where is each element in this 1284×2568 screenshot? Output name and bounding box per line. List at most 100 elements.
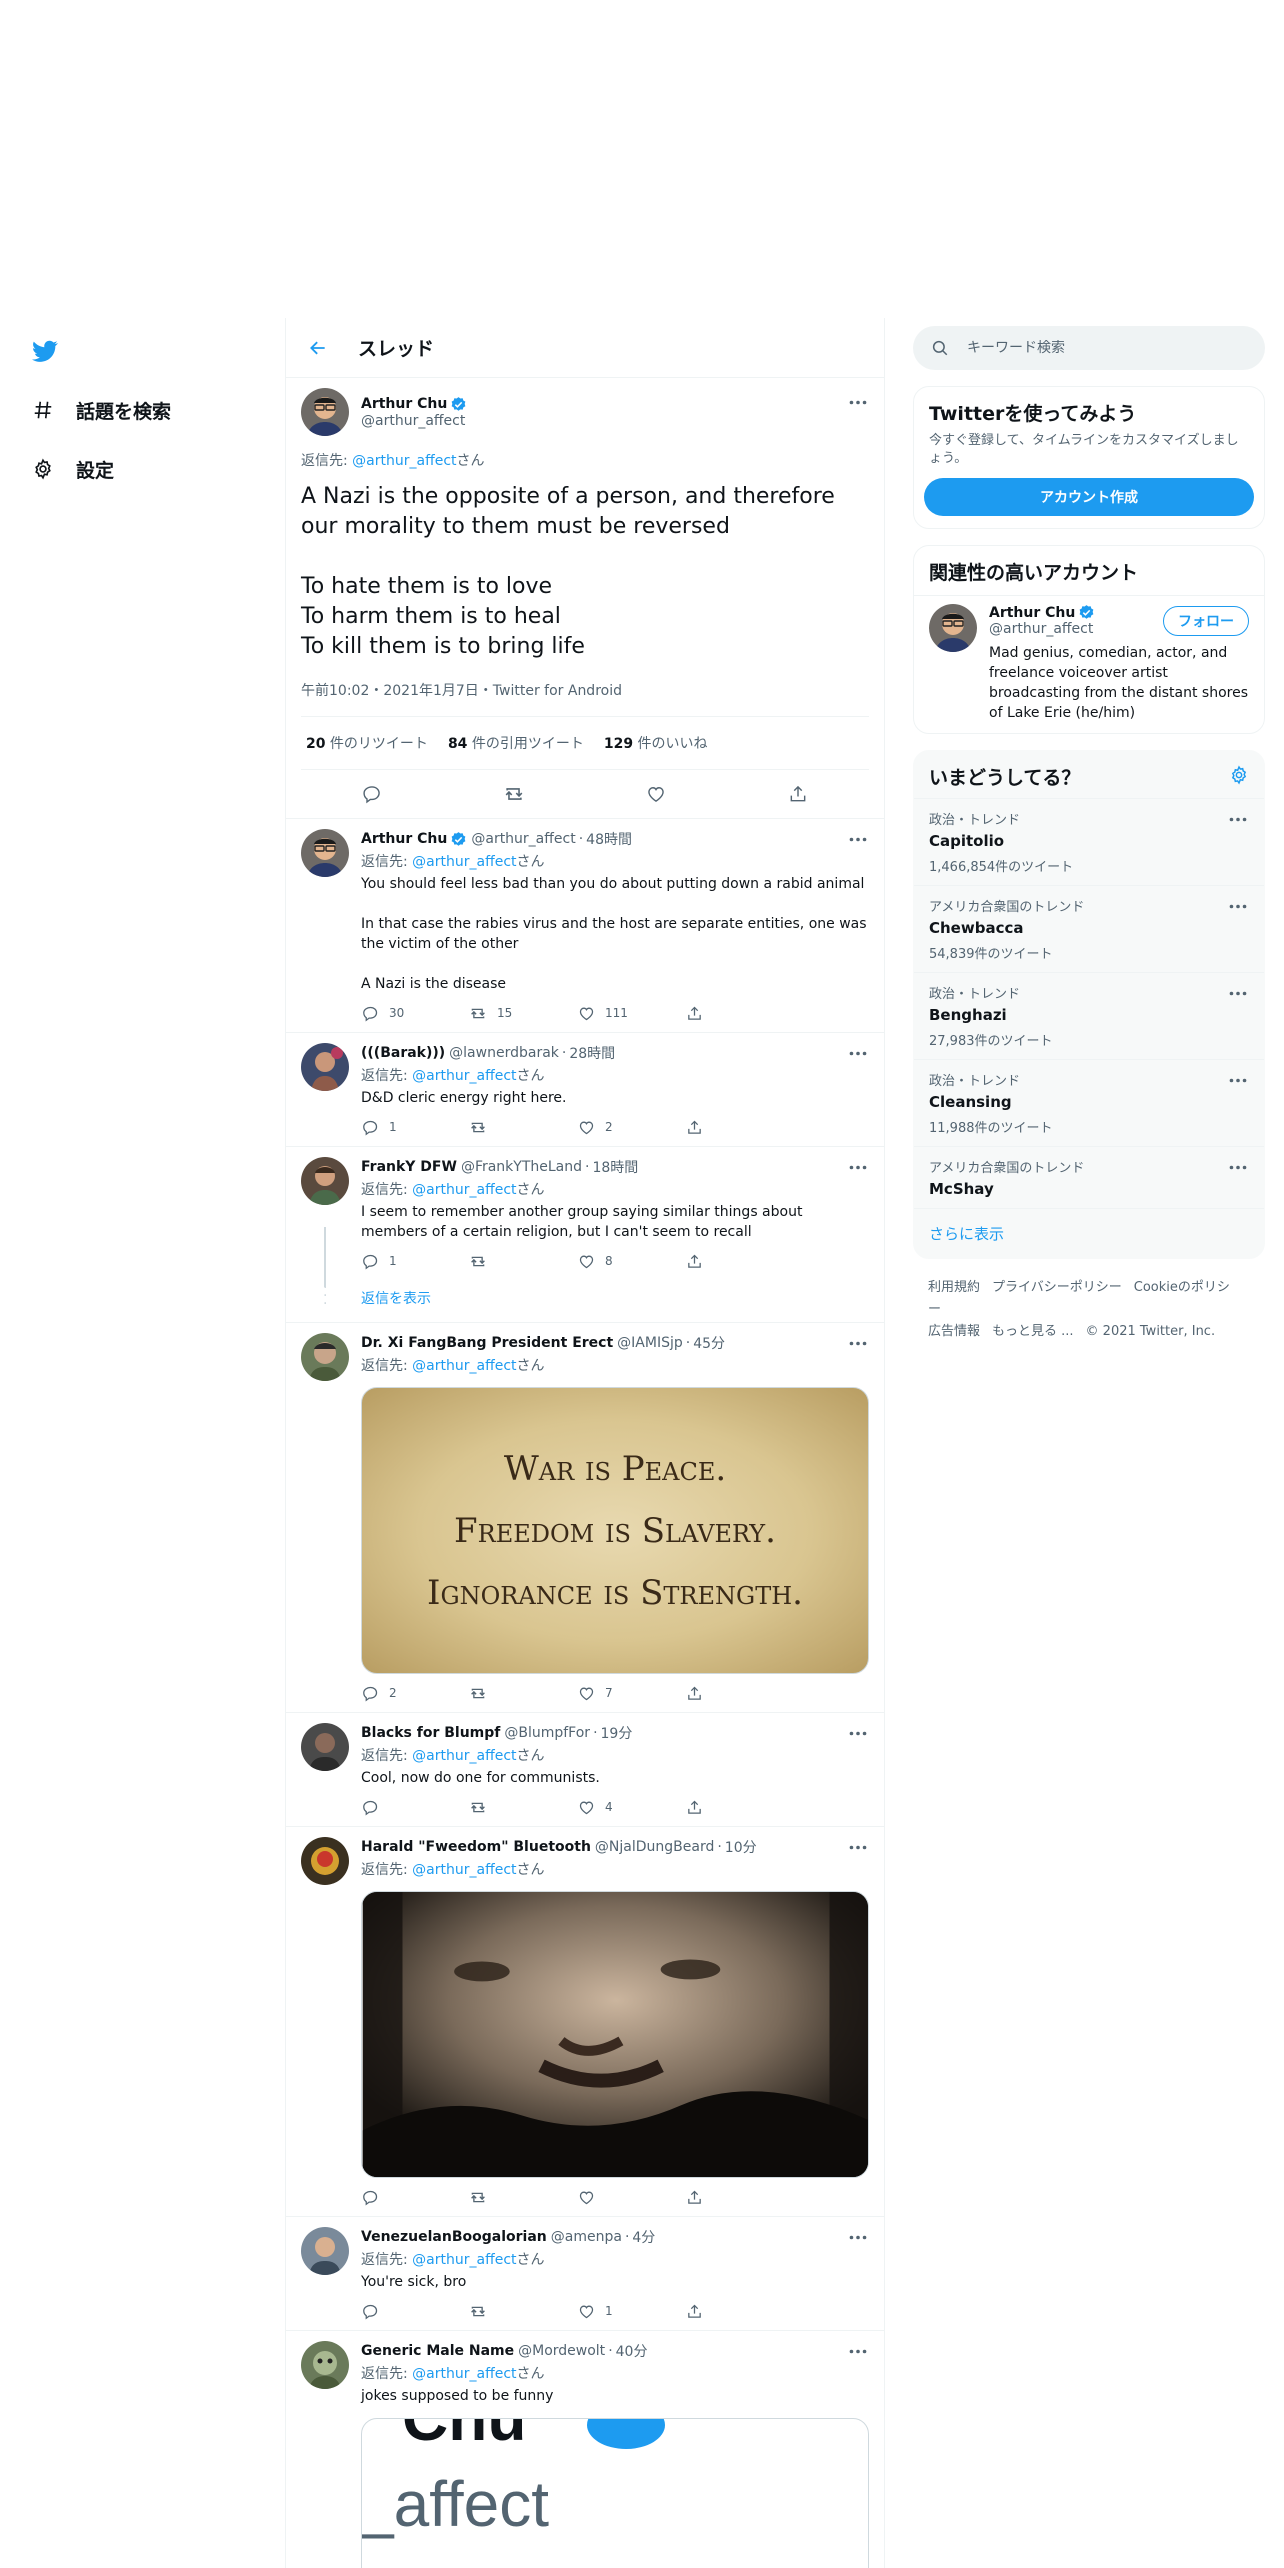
tweet-image[interactable]: War is Peace. Freedom is Slavery. Ignora… <box>361 1387 869 1674</box>
author-handle[interactable]: @arthur_affect <box>361 413 467 429</box>
retweet-icon[interactable] <box>503 783 525 805</box>
tweet-image[interactable] <box>361 1891 869 2178</box>
more-icon[interactable] <box>1227 985 1249 1001</box>
like-action[interactable] <box>577 2188 685 2206</box>
reply-to-handle[interactable]: @arthur_affect <box>412 854 516 870</box>
search-input[interactable] <box>967 340 1227 356</box>
back-arrow-icon[interactable] <box>306 336 330 360</box>
more-icon[interactable] <box>1227 1072 1249 1088</box>
more-icon[interactable] <box>1227 1159 1249 1175</box>
tweet-timestamp[interactable]: 午前10:02・2021年1月7日・Twitter for Android <box>301 680 869 717</box>
tweet-time[interactable]: 4分 <box>632 2227 655 2247</box>
reply-action[interactable]: 1 <box>361 1118 469 1136</box>
more-icon[interactable] <box>847 1045 869 1061</box>
footer-terms-link[interactable]: 利用規約 <box>928 1280 980 1295</box>
like-action[interactable]: 7 <box>577 1684 685 1702</box>
like-count[interactable]: 129 件のいいね <box>604 733 708 753</box>
footer-privacy-link[interactable]: プライバシーポリシー <box>992 1280 1122 1295</box>
trend-item[interactable]: 政治・トレンド Cleansing 11,988件のツイート <box>914 1060 1264 1147</box>
like-action[interactable]: 4 <box>577 1798 685 1816</box>
trend-item[interactable]: アメリカ合衆国のトレンド Chewbacca 54,839件のツイート <box>914 886 1264 973</box>
avatar[interactable] <box>301 2227 349 2275</box>
like-action[interactable]: 1 <box>577 2302 685 2320</box>
tweet-time[interactable]: 18時間 <box>592 1157 638 1177</box>
nav-explore[interactable]: 話題を検索 <box>30 390 171 430</box>
author-handle[interactable]: @BlumpfFor <box>504 1725 590 1741</box>
like-icon[interactable] <box>645 783 667 805</box>
reply-tweet[interactable]: Arthur Chu @arthur_affect · 48時間 返信先: @art… <box>286 819 884 1033</box>
retweet-action[interactable] <box>469 2188 577 2206</box>
share-action[interactable] <box>685 2188 793 2206</box>
author-handle[interactable]: @Mordewolt <box>518 2343 605 2359</box>
reply-tweet[interactable]: Generic Male Name @Mordewolt · 40分 返信先: @ar… <box>286 2331 884 2568</box>
twitter-bird-icon[interactable] <box>30 338 62 366</box>
reply-tweet[interactable]: Dr. Xi FangBang President Erect @IAMISjp ·… <box>286 1323 884 1713</box>
search-bar[interactable] <box>913 326 1265 370</box>
more-icon[interactable] <box>847 1335 869 1351</box>
tweet-time[interactable]: 40分 <box>616 2341 648 2361</box>
author-name[interactable]: Dr. Xi FangBang President Erect <box>361 1335 613 1351</box>
author-handle[interactable]: @amenpa <box>551 2229 622 2245</box>
show-replies-link[interactable]: · · · 返信を表示 <box>286 1280 884 1323</box>
reply-action[interactable] <box>361 1798 469 1816</box>
nav-settings[interactable]: 設定 <box>30 449 114 489</box>
author-handle[interactable]: @lawnerdbarak <box>449 1045 559 1061</box>
avatar[interactable] <box>929 604 977 652</box>
reply-to-handle[interactable]: @arthur_affect <box>352 453 456 469</box>
tweet-image[interactable]: Chu _affect <box>361 2418 869 2568</box>
avatar[interactable] <box>301 2341 349 2389</box>
reply-action[interactable]: 30 <box>361 1004 469 1022</box>
avatar[interactable] <box>301 1043 349 1091</box>
reply-to-handle[interactable]: @arthur_affect <box>412 1182 516 1198</box>
share-action[interactable] <box>685 1004 793 1022</box>
share-action[interactable] <box>685 1684 793 1702</box>
more-icon[interactable] <box>1227 898 1249 914</box>
reply-tweet[interactable]: VenezuelanBoogalorian @amenpa · 4分 返信先: @ar… <box>286 2217 884 2331</box>
reply-tweet[interactable]: (((Barak))) @lawnerdbarak · 28時間 返信先: @arth… <box>286 1033 884 1147</box>
like-action[interactable]: 8 <box>577 1252 685 1270</box>
author-handle[interactable]: @IAMISjp <box>617 1335 683 1351</box>
like-action[interactable]: 2 <box>577 1118 685 1136</box>
tweet-time[interactable]: 19分 <box>601 1723 633 1743</box>
avatar[interactable] <box>301 388 349 436</box>
author-handle[interactable]: @FrankYTheLand <box>461 1159 582 1175</box>
tweet-time[interactable]: 10分 <box>725 1837 757 1857</box>
retweet-action[interactable] <box>469 2302 577 2320</box>
trend-item[interactable]: 政治・トレンド Benghazi 27,983件のツイート <box>914 973 1264 1060</box>
avatar[interactable] <box>301 1333 349 1381</box>
reply-to-handle[interactable]: @arthur_affect <box>412 1068 516 1084</box>
reply-icon[interactable] <box>361 783 383 805</box>
author-name[interactable]: Generic Male Name <box>361 2343 514 2359</box>
trend-item[interactable]: 政治・トレンド Capitolio 1,466,854件のツイート <box>914 799 1264 886</box>
share-action[interactable] <box>685 1118 793 1136</box>
reply-to-handle[interactable]: @arthur_affect <box>412 2252 516 2268</box>
footer-ads-link[interactable]: 広告情報 <box>928 1324 980 1339</box>
author-handle[interactable]: @arthur_affect <box>471 831 575 847</box>
retweet-action[interactable] <box>469 1798 577 1816</box>
retweet-action[interactable] <box>469 1684 577 1702</box>
trend-item[interactable]: アメリカ合衆国のトレンド McShay <box>914 1147 1264 1209</box>
more-icon[interactable] <box>847 1839 869 1855</box>
author-name[interactable]: (((Barak))) <box>361 1045 445 1061</box>
share-icon[interactable] <box>787 783 809 805</box>
reply-to-handle[interactable]: @arthur_affect <box>412 1748 516 1764</box>
more-icon[interactable] <box>847 1725 869 1741</box>
more-icon[interactable] <box>847 2343 869 2359</box>
more-icon[interactable] <box>847 2229 869 2245</box>
author-name[interactable]: Harald "Fweedom" Bluetooth <box>361 1839 591 1855</box>
reply-action[interactable]: 2 <box>361 1684 469 1702</box>
reply-to-handle[interactable]: @arthur_affect <box>412 1862 516 1878</box>
avatar[interactable] <box>301 1723 349 1771</box>
follow-button[interactable]: フォロー <box>1163 606 1249 636</box>
footer-more-link[interactable]: もっと見る ... <box>992 1324 1074 1339</box>
more-icon[interactable] <box>847 831 869 847</box>
tweet-time[interactable]: 45分 <box>693 1333 725 1353</box>
reply-to-handle[interactable]: @arthur_affect <box>412 1358 516 1374</box>
author-name[interactable]: Blacks for Blumpf <box>361 1725 500 1741</box>
reply-action[interactable]: 1 <box>361 1252 469 1270</box>
reply-action[interactable] <box>361 2188 469 2206</box>
author-name[interactable]: FrankY DFW <box>361 1159 457 1175</box>
more-icon[interactable] <box>847 1159 869 1175</box>
reply-tweet[interactable]: FrankY DFW @FrankYTheLand · 18時間 返信先: @arth… <box>286 1147 884 1287</box>
more-icon[interactable] <box>847 394 869 410</box>
